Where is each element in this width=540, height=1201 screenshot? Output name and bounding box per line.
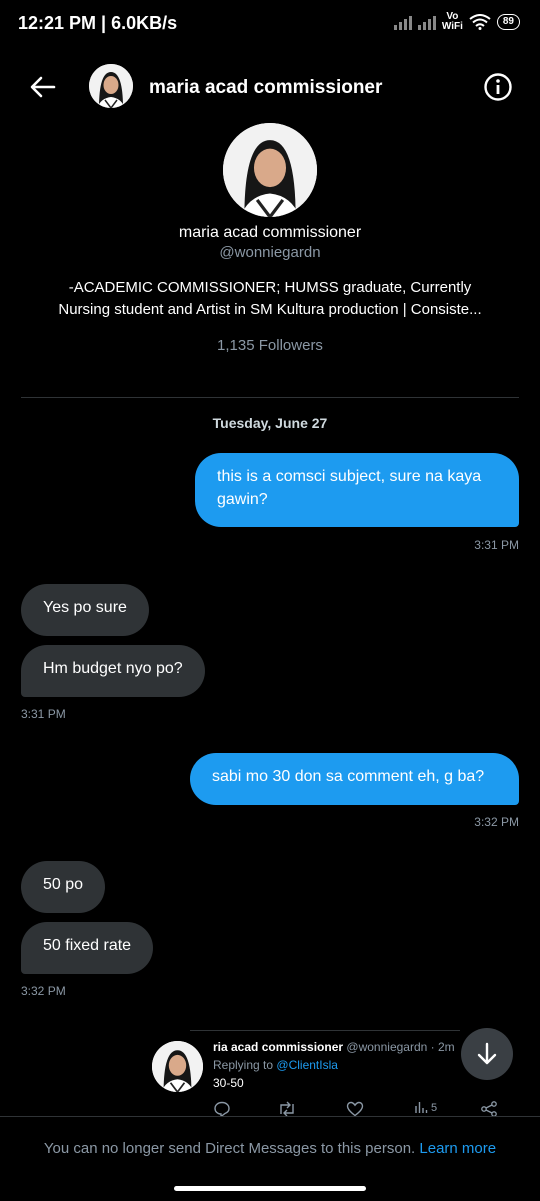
- message-time: 3:31 PM: [474, 538, 519, 552]
- learn-more-link[interactable]: Learn more: [419, 1140, 496, 1157]
- profile-handle: @wonniegardn: [219, 244, 321, 261]
- outgoing-message[interactable]: this is a comsci subject, sure na kaya g…: [195, 453, 519, 527]
- home-indicator[interactable]: [174, 1186, 366, 1191]
- incoming-message[interactable]: 50 fixed rate: [21, 922, 154, 974]
- quoted-tweet-border: [190, 1030, 460, 1031]
- replying-label: Replying to: [213, 1058, 274, 1072]
- quoted-tweet-avatar[interactable]: [152, 1041, 203, 1092]
- divider: [21, 397, 519, 398]
- message-time: 3:31 PM: [21, 707, 66, 721]
- signal-icon: [393, 14, 412, 30]
- views-count: 5: [431, 1102, 438, 1114]
- status-icons: Vo WiFi 89: [393, 12, 520, 32]
- wifi-icon: [469, 14, 491, 30]
- quoted-tweet-reply-context: Replying to @ClientIsla: [213, 1058, 338, 1072]
- replying-to-link[interactable]: @ClientIsla: [276, 1058, 338, 1072]
- bio-line-1: -ACADEMIC COMMISSIONER; HUMSS graduate, …: [68, 279, 472, 296]
- message-time: 3:32 PM: [21, 984, 66, 998]
- header-title: maria acad commissioner: [149, 77, 383, 98]
- profile-avatar-image: [223, 123, 317, 217]
- info-icon[interactable]: [483, 72, 513, 102]
- quoted-tweet-text: 30-50: [213, 1076, 244, 1090]
- quoted-avatar-image: [152, 1041, 203, 1092]
- incoming-message[interactable]: 50 po: [21, 861, 106, 913]
- incoming-message[interactable]: Hm budget nyo po?: [21, 645, 205, 697]
- message-time: 3:32 PM: [474, 815, 519, 829]
- bio-line-2: Nursing student and Artist in SM Kultura…: [58, 301, 482, 318]
- quoted-tweet-age: · 2m: [430, 1040, 455, 1054]
- scroll-to-bottom-button[interactable]: [461, 1028, 513, 1080]
- vowifi-bottom: WiFi: [441, 21, 463, 32]
- profile-avatar[interactable]: [223, 123, 317, 217]
- avatar-image: [89, 64, 133, 108]
- quoted-tweet-handle: @wonniegardn: [346, 1040, 428, 1054]
- profile-bio: -ACADEMIC COMMISSIONER; HUMSS graduate, …: [30, 277, 510, 321]
- status-time: 12:21 PM | 6.0KB/s: [18, 13, 178, 33]
- followers-count[interactable]: 1,135 Followers: [0, 337, 540, 354]
- vowifi-indicator: Vo WiFi: [442, 12, 463, 32]
- views-stat[interactable]: 5: [414, 1100, 437, 1114]
- back-arrow-icon[interactable]: [28, 72, 58, 102]
- battery-indicator: 89: [496, 14, 520, 30]
- signal-icon-2: [417, 14, 436, 30]
- dm-disabled-notice: You can no longer send Direct Messages t…: [0, 1140, 540, 1157]
- profile-name: maria acad commissioner: [178, 224, 362, 241]
- quoted-tweet-author[interactable]: ria acad commissioner @wonniegardn · 2m: [213, 1040, 455, 1054]
- outgoing-message[interactable]: sabi mo 30 don sa comment eh, g ba?: [190, 753, 519, 805]
- header-avatar[interactable]: [89, 64, 133, 108]
- views-icon: [415, 1102, 428, 1113]
- quoted-tweet-name: ria acad commissioner: [213, 1040, 344, 1054]
- notice-text: You can no longer send Direct Messages t…: [43, 1140, 416, 1157]
- incoming-message[interactable]: Yes po sure: [21, 584, 149, 636]
- date-separator: Tuesday, June 27: [212, 415, 328, 431]
- arrow-down-icon: [477, 1042, 497, 1065]
